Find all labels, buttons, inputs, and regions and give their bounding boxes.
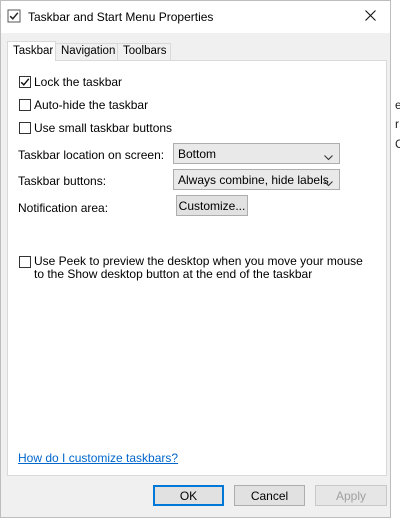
- screen: e r C Taskbar and Start Menu Properties: [0, 0, 400, 520]
- tab-navigation[interactable]: Navigation: [55, 43, 118, 60]
- background-app: [390, 0, 400, 520]
- apply-button[interactable]: Apply: [315, 485, 387, 506]
- lock-taskbar-option[interactable]: Lock the taskbar: [19, 75, 122, 89]
- taskbar-buttons-value: Always combine, hide labels: [178, 173, 329, 187]
- background-text-3: C: [395, 137, 400, 151]
- properties-dialog: Taskbar and Start Menu Properties Taskba…: [0, 0, 391, 518]
- auto-hide-label: Auto-hide the taskbar: [34, 98, 149, 112]
- small-buttons-checkbox[interactable]: [19, 122, 31, 134]
- auto-hide-option[interactable]: Auto-hide the taskbar: [19, 98, 148, 112]
- chevron-down-icon: [324, 176, 333, 190]
- help-link[interactable]: How do I customize taskbars?: [18, 451, 178, 465]
- peek-label: Use Peek to preview the desktop when you…: [34, 254, 363, 281]
- background-text-2: r: [395, 117, 399, 131]
- location-label: Taskbar location on screen:: [18, 148, 165, 162]
- small-buttons-option[interactable]: Use small taskbar buttons: [19, 121, 172, 135]
- tab-toolbars[interactable]: Toolbars: [117, 43, 171, 60]
- close-icon: [364, 10, 376, 24]
- lock-taskbar-label: Lock the taskbar: [34, 75, 123, 89]
- title-bar[interactable]: Taskbar and Start Menu Properties: [1, 1, 390, 33]
- auto-hide-checkbox[interactable]: [19, 99, 31, 111]
- tab-navigation-label: Navigation: [61, 45, 116, 57]
- location-dropdown[interactable]: Bottom: [173, 143, 340, 164]
- taskbar-buttons-label: Taskbar buttons:: [18, 174, 107, 188]
- checkmark-icon: [20, 78, 30, 86]
- close-button[interactable]: [350, 1, 390, 33]
- tab-toolbars-label: Toolbars: [123, 45, 167, 57]
- lock-taskbar-checkbox[interactable]: [19, 76, 31, 88]
- ok-button[interactable]: OK: [153, 485, 224, 506]
- peek-option[interactable]: Use Peek to preview the desktop when you…: [19, 255, 369, 281]
- location-value: Bottom: [178, 147, 217, 161]
- notification-area-label: Notification area:: [18, 201, 109, 215]
- small-buttons-label: Use small taskbar buttons: [34, 121, 173, 135]
- customize-button[interactable]: Customize...: [176, 195, 248, 216]
- window-title: Taskbar and Start Menu Properties: [28, 10, 214, 24]
- cancel-button[interactable]: Cancel: [234, 485, 305, 506]
- taskbar-buttons-dropdown[interactable]: Always combine, hide labels: [173, 169, 340, 190]
- peek-checkbox[interactable]: [19, 256, 31, 268]
- taskbar-properties-icon: [7, 9, 21, 23]
- background-text-1: e: [395, 98, 400, 112]
- tab-taskbar[interactable]: Taskbar: [7, 41, 56, 61]
- taskbar-tab-panel: Lock the taskbar Auto-hide the taskbar U…: [7, 60, 387, 476]
- chevron-down-icon: [324, 150, 333, 164]
- tab-taskbar-label: Taskbar: [13, 45, 54, 57]
